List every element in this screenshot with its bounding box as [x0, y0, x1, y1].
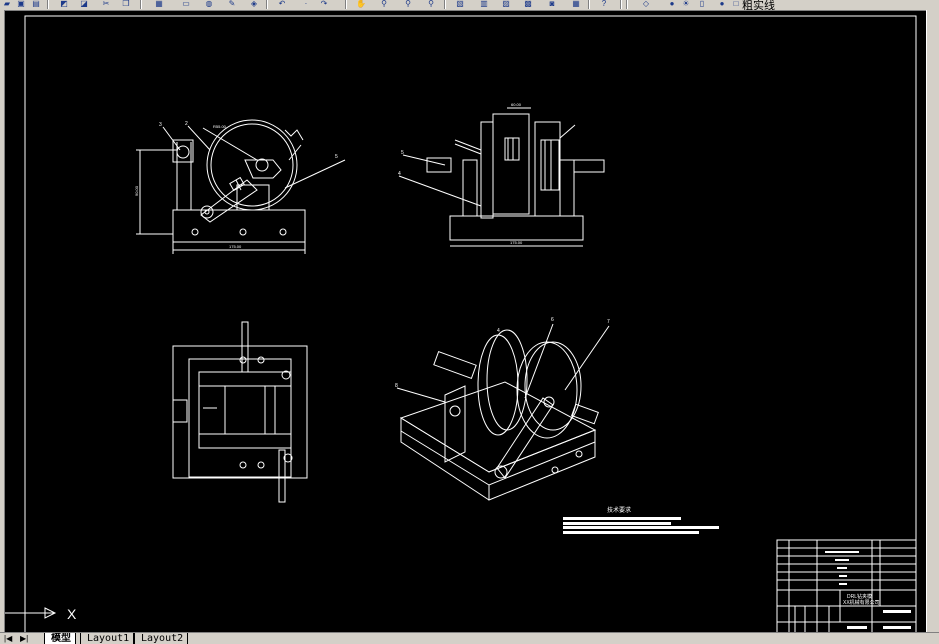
pan-icon[interactable]: ✋ [355, 0, 367, 8]
tech-req-lines [563, 517, 719, 534]
layer-manager-icon[interactable]: ◇ [640, 0, 652, 8]
block-editor-icon[interactable]: ◍ [203, 0, 215, 8]
quickcalc-icon[interactable]: ▦ [570, 0, 582, 8]
print-icon[interactable]: ▤ [30, 0, 42, 8]
redo-icon[interactable]: · [300, 0, 312, 8]
copy-icon[interactable]: ❐ [120, 0, 132, 8]
tab-last-button[interactable]: ▶| [20, 634, 28, 643]
ucs-icon [5, 607, 57, 619]
zoom-window-icon[interactable]: ⚲ [402, 0, 414, 8]
side-balloon-5: 5 [401, 150, 404, 156]
zoom-previous-icon[interactable]: ⚲ [425, 0, 437, 8]
layout-tab-bar: |◀ ▶| 模型 Layout1 Layout2 [0, 632, 939, 644]
sheet-set-icon[interactable]: ▩ [522, 0, 534, 8]
redo-dropdown-icon[interactable]: ↷ [318, 0, 330, 8]
design-center-icon[interactable]: ▥ [478, 0, 490, 8]
publish-icon[interactable]: ◪ [78, 0, 90, 8]
tool-palettes-icon[interactable]: ▨ [500, 0, 512, 8]
cut-icon[interactable]: ✂ [100, 0, 112, 8]
model-space-canvas[interactable]: 3 2 R55.00 5 90.00 175.00 60.00 175.00 5… [5, 10, 926, 643]
layer-freeze-icon[interactable]: ☀ [680, 0, 692, 8]
match-properties-icon[interactable]: ▭ [180, 0, 192, 8]
front-radius-dim: R55.00 [213, 124, 227, 129]
properties-icon[interactable]: ▧ [454, 0, 466, 8]
block-icon[interactable]: ◈ [248, 0, 260, 8]
plot-preview-icon[interactable]: ◩ [58, 0, 70, 8]
tab-layout1[interactable]: Layout1 [80, 633, 135, 644]
side-balloon-4: 4 [398, 171, 401, 177]
iso-balloon-4: 4 [497, 328, 500, 334]
layer-color-icon[interactable]: □ [730, 0, 742, 8]
save-icon[interactable]: ▣ [15, 0, 27, 8]
title-block [776, 539, 917, 643]
open-icon[interactable]: ▰ [1, 0, 13, 8]
zoom-realtime-icon[interactable]: ⚲ [378, 0, 390, 8]
isometric-view [396, 323, 610, 501]
tab-first-button[interactable]: |◀ [4, 634, 12, 643]
side-view [398, 107, 605, 247]
tech-req-title: 技术要求 [607, 506, 631, 514]
layer-lock-icon[interactable]: ▯ [696, 0, 708, 8]
front-view [136, 119, 346, 254]
title-block-title-1: DRL钻夹模 [847, 593, 872, 600]
front-width-dim: 175.00 [229, 244, 242, 249]
side-top-dim: 60.00 [511, 102, 522, 107]
undo-icon[interactable]: ↶ [276, 0, 288, 8]
layer-on-icon[interactable]: ● [666, 0, 678, 8]
help-icon[interactable]: ? [598, 0, 610, 8]
front-balloon-3: 3 [159, 122, 162, 128]
drawing-svg: 3 2 R55.00 5 90.00 175.00 60.00 175.00 5… [5, 15, 917, 643]
tab-layout2[interactable]: Layout2 [134, 633, 189, 644]
iso-balloon-8: 8 [395, 383, 398, 389]
side-width-dim: 175.00 [510, 240, 523, 245]
iso-balloon-7: 7 [607, 319, 610, 325]
iso-balloon-6: 6 [551, 317, 554, 323]
top-view [172, 321, 308, 503]
right-scrollbar[interactable] [926, 10, 939, 633]
markup-icon[interactable]: ◙ [546, 0, 558, 8]
tab-model[interactable]: 模型 [44, 633, 76, 644]
front-balloon-5: 5 [335, 154, 338, 160]
title-block-title-2: XX机械有限公司 [843, 599, 880, 606]
front-balloon-2: 2 [185, 121, 188, 127]
paste-icon[interactable]: ▦ [153, 0, 165, 8]
front-height-dim: 90.00 [134, 185, 139, 196]
brush-icon[interactable]: ✎ [226, 0, 238, 8]
ucs-x-label: X [67, 606, 77, 622]
layer-plot-icon[interactable]: ● [716, 0, 728, 8]
